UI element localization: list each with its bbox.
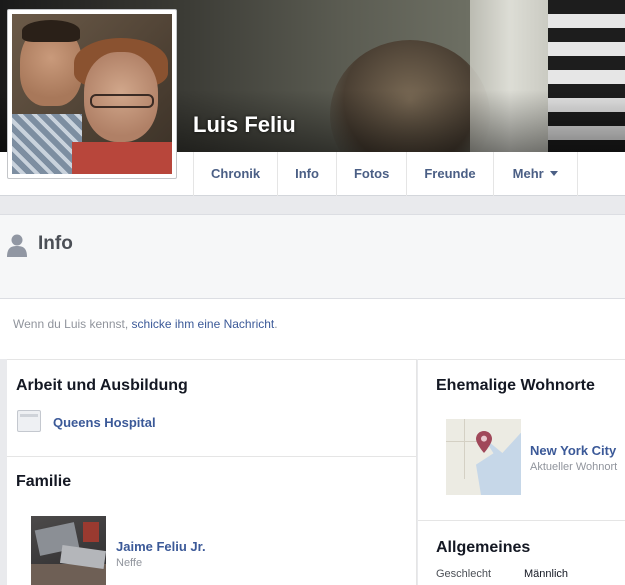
profile-picture[interactable] [7, 9, 177, 179]
info-header: Info [0, 214, 625, 299]
gender-label: Geschlecht [436, 568, 492, 580]
places-section-title: Ehemalige Wohnorte [436, 377, 595, 394]
place-label: Aktueller Wohnort [530, 461, 618, 473]
profile-tabs: Chronik Info Fotos Freunde Mehr [193, 152, 578, 196]
map-road-2 [464, 419, 465, 479]
hint-suffix: . [274, 317, 278, 331]
tab-freunde[interactable]: Freunde [406, 152, 492, 196]
chevron-down-icon [549, 171, 558, 176]
tab-chronik[interactable]: Chronik [193, 152, 277, 196]
avatar-hair [22, 20, 80, 42]
family-member-photo[interactable] [31, 516, 106, 585]
hint-prefix: Wenn du Luis kennst, [13, 317, 129, 331]
left-column: Arbeit und Ausbildung Queens Hospital Fa… [7, 359, 417, 585]
work-item-link[interactable]: Queens Hospital [53, 415, 156, 430]
avatar-glasses [90, 94, 154, 108]
family-member-relation: Neffe [116, 557, 143, 569]
place-city-link[interactable]: New York City [530, 443, 616, 458]
tab-mehr[interactable]: Mehr [492, 152, 578, 196]
building-icon-bar [20, 414, 38, 417]
map-pin-icon [476, 431, 492, 453]
avatar-top [72, 142, 172, 174]
profile-name[interactable]: Luis Feliu [193, 112, 296, 138]
photo-shape-d [83, 522, 99, 542]
family-section-title: Familie [16, 473, 72, 490]
page-title: Info [38, 233, 73, 254]
family-member-name[interactable]: Jaime Feliu Jr. [116, 539, 206, 554]
section-divider [7, 456, 417, 457]
tab-mehr-label: Mehr [512, 166, 544, 181]
map-thumbnail[interactable] [446, 419, 521, 495]
tab-fotos[interactable]: Fotos [335, 152, 406, 196]
building-icon [17, 410, 41, 432]
work-section-title: Arbeit und Ausbildung [16, 377, 188, 394]
map-land-2 [490, 419, 521, 453]
section-divider [418, 520, 625, 521]
send-message-link[interactable]: schicke ihm eine Nachricht [132, 317, 275, 331]
right-column: Ehemalige Wohnorte New York City Aktuell… [418, 359, 625, 585]
tab-info[interactable]: Info [277, 152, 336, 196]
general-section-title: Allgemeines [436, 539, 531, 556]
person-icon [7, 234, 27, 257]
message-hint-text: Wenn du Luis kennst, schicke ihm eine Na… [13, 317, 278, 331]
gender-value: Männlich [524, 568, 569, 580]
profile-picture-image [12, 14, 172, 174]
message-hint: Wenn du Luis kennst, schicke ihm eine Na… [0, 299, 625, 359]
